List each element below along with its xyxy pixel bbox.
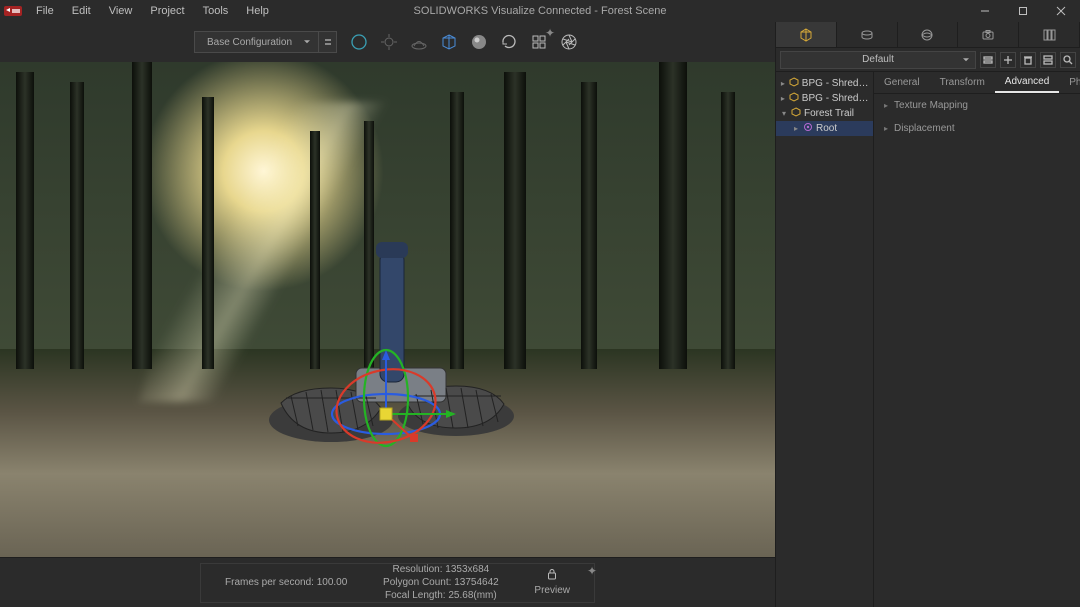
root-icon bbox=[803, 122, 813, 135]
preset-extra-icon[interactable] bbox=[980, 52, 996, 68]
status-bar: Frames per second: 100.00 Resolution: 13… bbox=[0, 557, 775, 607]
tree-item-label: BPG - Shredder (D... bbox=[802, 78, 869, 89]
light-icon[interactable] bbox=[377, 30, 401, 54]
menu-project[interactable]: Project bbox=[142, 3, 192, 19]
properties-tabs: GeneralTransformAdvancedPhysics bbox=[874, 72, 1080, 94]
menu-tools[interactable]: Tools bbox=[195, 3, 237, 19]
status-pin-icon[interactable]: ✦ bbox=[587, 564, 597, 578]
configuration-dropdown-icon[interactable] bbox=[318, 31, 336, 53]
menu-edit[interactable]: Edit bbox=[64, 3, 99, 19]
preset-selector[interactable]: Default bbox=[780, 51, 976, 69]
properties-pane: GeneralTransformAdvancedPhysics ▸Texture… bbox=[874, 72, 1080, 607]
expand-arrow-icon[interactable]: ▾ bbox=[780, 109, 788, 118]
panel-tab-libraries[interactable] bbox=[1019, 22, 1080, 47]
model-icon bbox=[789, 92, 799, 105]
panel-toolbar: Default bbox=[776, 48, 1080, 72]
environment-icon bbox=[791, 107, 801, 120]
tree-item-label: BPG - Shredder (D... bbox=[802, 93, 869, 104]
title-bar: File Edit View Project Tools Help SOLIDW… bbox=[0, 0, 1080, 22]
prop-tab-general[interactable]: General bbox=[874, 72, 930, 93]
tree-item[interactable]: ▸ BPG - Shredder (D... bbox=[776, 91, 873, 106]
delete-icon[interactable] bbox=[1020, 52, 1036, 68]
configuration-selector[interactable]: Base Configuration bbox=[194, 31, 337, 53]
preview-label: Preview bbox=[534, 584, 570, 597]
section-displacement[interactable]: ▸Displacement bbox=[874, 117, 1080, 140]
scene-render bbox=[0, 62, 775, 557]
refresh-icon[interactable] bbox=[497, 30, 521, 54]
environment-tool-icon[interactable] bbox=[407, 30, 431, 54]
panel-tab-appearances[interactable] bbox=[837, 22, 898, 47]
expand-arrow-icon[interactable]: ▸ bbox=[780, 94, 786, 103]
menu-bar: File Edit View Project Tools Help bbox=[28, 3, 277, 19]
cube-icon[interactable] bbox=[437, 30, 461, 54]
search-icon[interactable] bbox=[1060, 52, 1076, 68]
close-button[interactable] bbox=[1042, 0, 1080, 22]
configuration-label: Base Configuration bbox=[195, 37, 318, 48]
material-icon[interactable] bbox=[467, 30, 491, 54]
viewport[interactable] bbox=[0, 62, 775, 557]
window-title: SOLIDWORKS Visualize Connected - Forest … bbox=[414, 5, 667, 17]
tree-item-label: Forest Trail bbox=[804, 108, 854, 119]
minimize-button[interactable] bbox=[966, 0, 1004, 22]
model-icon bbox=[789, 77, 799, 90]
prop-tab-transform[interactable]: Transform bbox=[930, 72, 995, 93]
fps-readout: Frames per second: 100.00 bbox=[225, 577, 347, 588]
panel-tab-models[interactable] bbox=[776, 22, 837, 47]
prop-tab-advanced[interactable]: Advanced bbox=[995, 72, 1059, 93]
tree-item-label: Root bbox=[816, 123, 837, 134]
scene-tree: ▸ BPG - Shredder (D... ▸ BPG - Shredder (D.… bbox=[776, 72, 874, 607]
expand-arrow-icon[interactable]: ▸ bbox=[780, 79, 786, 88]
lock-icon[interactable] bbox=[546, 568, 558, 584]
tree-item[interactable]: ▸ Root bbox=[776, 121, 873, 136]
tree-item[interactable]: ▸ BPG - Shredder (D... bbox=[776, 76, 873, 91]
tree-item[interactable]: ▾ Forest Trail bbox=[776, 106, 873, 121]
panel-tab-cameras[interactable] bbox=[958, 22, 1019, 47]
panel-category-tabs bbox=[776, 22, 1080, 48]
menu-file[interactable]: File bbox=[28, 3, 62, 19]
view-mode-icon[interactable] bbox=[1040, 52, 1056, 68]
section-texture-mapping[interactable]: ▸Texture Mapping bbox=[874, 94, 1080, 117]
status-center: Resolution: 1353x684 Polygon Count: 1375… bbox=[383, 563, 499, 602]
prop-tab-physics[interactable]: Physics bbox=[1059, 72, 1080, 93]
expand-arrow-icon[interactable]: ▸ bbox=[792, 124, 800, 133]
add-icon[interactable] bbox=[1000, 52, 1016, 68]
menu-help[interactable]: Help bbox=[238, 3, 277, 19]
pin-icon[interactable]: ✦ bbox=[545, 26, 555, 40]
transform-gizmo[interactable] bbox=[326, 328, 486, 448]
right-panel: Default ▸ BPG - Shredder (D... ▸ BPG - Shre… bbox=[775, 22, 1080, 607]
menu-view[interactable]: View bbox=[101, 3, 141, 19]
toolbar: Base Configuration ✦ bbox=[0, 22, 775, 62]
panel-tab-scenes[interactable] bbox=[898, 22, 959, 47]
aperture-icon[interactable] bbox=[557, 30, 581, 54]
app-logo-icon bbox=[4, 4, 22, 18]
sphere-icon[interactable] bbox=[347, 30, 371, 54]
maximize-button[interactable] bbox=[1004, 0, 1042, 22]
